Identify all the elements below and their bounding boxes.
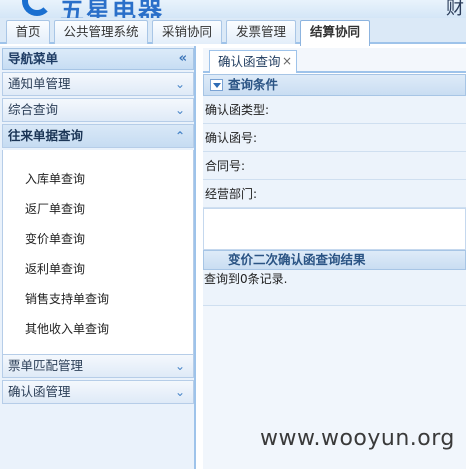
- sidebar-item-inbound[interactable]: 入库单查询: [25, 170, 85, 187]
- chevron-down-icon: ⌄: [174, 103, 185, 117]
- sidebar-section-label: 票单匹配管理: [8, 358, 84, 373]
- results-message: 查询到0条记录.: [203, 270, 466, 306]
- tab-home[interactable]: 首页: [6, 20, 50, 44]
- sidebar-header: 导航菜单 «: [2, 48, 194, 70]
- query-form-blank-area: [203, 208, 466, 250]
- sidebar-section-label: 确认函管理: [8, 384, 71, 399]
- results-header: 变价二次确认函查询结果: [203, 250, 466, 270]
- chevron-down-icon: ⌄: [174, 359, 185, 373]
- top-banner: 五星电器 财: [0, 0, 466, 18]
- top-nav: 首页 公共管理系统 采销协同 发票管理 结算协同: [0, 18, 466, 46]
- chevron-up-icon: ⌃: [174, 129, 185, 143]
- banner-right-text: 财: [446, 0, 464, 18]
- tab-purchase-sales[interactable]: 采销协同: [152, 20, 222, 44]
- sidebar-item-sales-support[interactable]: 销售支持单查询: [25, 290, 109, 307]
- chevron-down-icon[interactable]: [210, 79, 223, 91]
- sidebar-section-documents[interactable]: 往来单据查询 ⌃: [2, 124, 194, 148]
- sidebar-item-rebate[interactable]: 返利单查询: [25, 260, 85, 277]
- tab-invoice-management[interactable]: 发票管理: [226, 20, 296, 44]
- field-confirmation-number: 确认函号:: [203, 124, 466, 152]
- tab-confirmation-query[interactable]: 确认函查询 ×: [209, 50, 297, 73]
- sidebar-submenu: 入库单查询 返厂单查询 变价单查询 返利单查询 销售支持单查询 其他收入单查询: [2, 150, 194, 354]
- sidebar-item-return[interactable]: 返厂单查询: [25, 200, 85, 217]
- close-icon[interactable]: ×: [282, 51, 292, 72]
- sidebar-section-query[interactable]: 综合查询 ⌄: [2, 98, 194, 122]
- query-panel-header[interactable]: 查询条件: [203, 74, 466, 96]
- sidebar-section-label: 往来单据查询: [8, 128, 84, 143]
- sidebar-section-confirmation[interactable]: 确认函管理 ⌄: [2, 380, 194, 404]
- collapse-icon[interactable]: «: [179, 49, 187, 69]
- sidebar-item-other-income[interactable]: 其他收入单查询: [25, 320, 109, 337]
- field-contract-number: 合同号:: [203, 152, 466, 180]
- query-panel-title: 查询条件: [228, 77, 279, 92]
- field-business-department: 经营部门:: [203, 180, 466, 208]
- tab-public-management[interactable]: 公共管理系统: [54, 20, 148, 44]
- sidebar-section-label: 综合查询: [8, 102, 59, 117]
- chevron-down-icon: ⌄: [174, 77, 185, 91]
- sidebar-section-matching[interactable]: 票单匹配管理 ⌄: [2, 354, 194, 378]
- field-confirmation-type: 确认函类型:: [203, 96, 466, 124]
- sidebar-title: 导航菜单: [8, 51, 59, 66]
- tab-settlement[interactable]: 结算协同: [300, 20, 370, 46]
- chevron-down-icon: ⌄: [174, 385, 185, 399]
- sidebar: 导航菜单 « 通知单管理 ⌄ 综合查询 ⌄ 往来单据查询 ⌃ 入库单查询 返厂单…: [0, 46, 196, 469]
- logo-text: 五星电器: [60, 0, 164, 18]
- tab-label: 确认函查询: [218, 54, 281, 69]
- sidebar-section-notice[interactable]: 通知单管理 ⌄: [2, 72, 194, 96]
- logo-icon: [22, 0, 52, 16]
- watermark: www.wooyun.org: [260, 426, 455, 451]
- sidebar-item-price-change[interactable]: 变价单查询: [25, 230, 85, 247]
- sidebar-section-label: 通知单管理: [8, 76, 71, 91]
- content-tab-strip: 确认函查询 ×: [203, 48, 466, 73]
